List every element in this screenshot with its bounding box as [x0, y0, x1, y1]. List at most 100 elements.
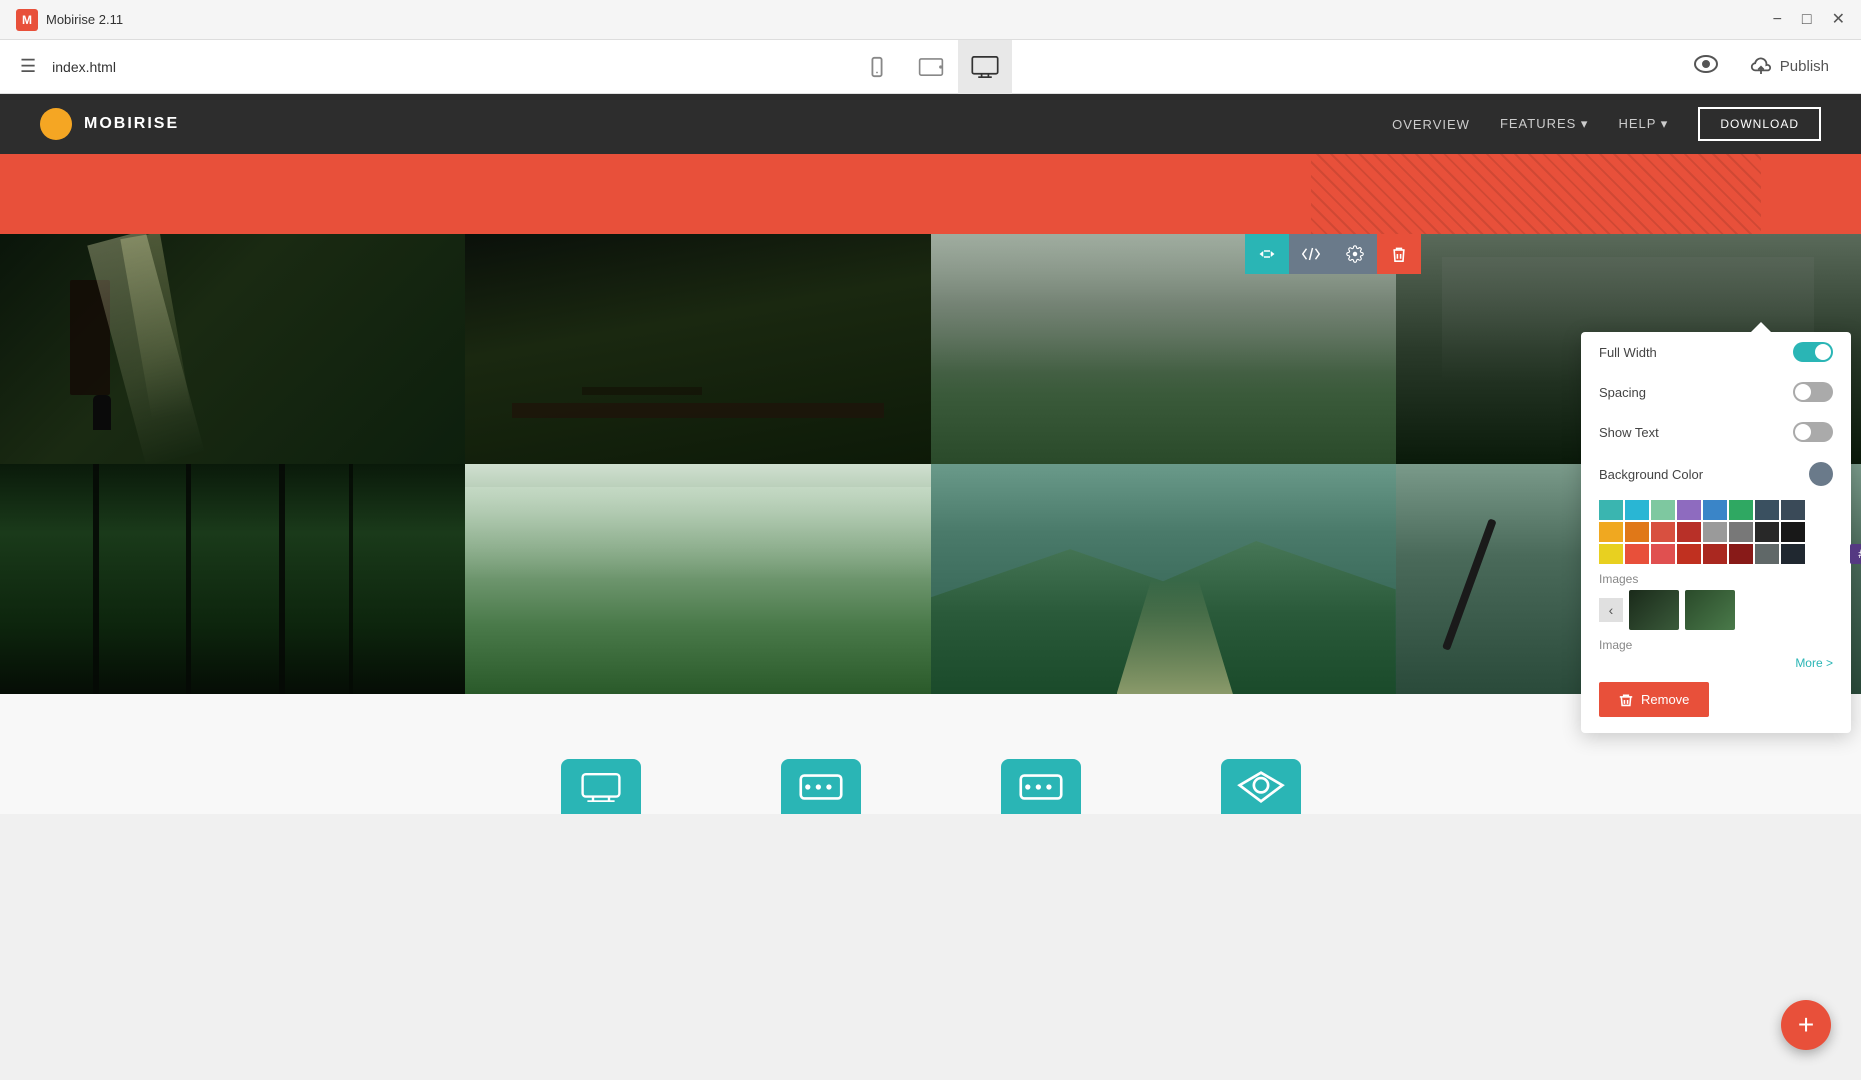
device-switcher	[850, 40, 1012, 94]
page-preview: MOBIRISE OVERVIEW FEATURES ▾ HELP ▾ DOWN…	[0, 94, 1861, 814]
add-block-button[interactable]: +	[1781, 1000, 1831, 1050]
bg-color-label: Background Color	[1599, 467, 1703, 482]
color-row-1	[1599, 500, 1833, 520]
image-thumb-1[interactable]	[1629, 590, 1679, 630]
block-delete-button[interactable]	[1377, 234, 1421, 274]
color-row-3: #553982	[1599, 544, 1833, 564]
color-swatch-maroon[interactable]	[1729, 544, 1753, 564]
spacing-label: Spacing	[1599, 385, 1646, 400]
color-swatch-purple1[interactable]	[1677, 500, 1701, 520]
block-toolbar	[1245, 234, 1421, 274]
close-button[interactable]: ✕	[1832, 12, 1845, 28]
full-width-row: Full Width	[1581, 332, 1851, 372]
nav-link-features[interactable]: FEATURES ▾	[1500, 116, 1589, 132]
nav-sun-icon	[40, 108, 72, 140]
nav-link-help[interactable]: HELP ▾	[1618, 116, 1668, 132]
color-swatch-crimson[interactable]	[1677, 544, 1701, 564]
images-section-label: Images	[1599, 572, 1833, 586]
color-swatch-orange1[interactable]	[1599, 522, 1623, 542]
icon-1	[561, 759, 641, 814]
color-swatch-gray1[interactable]	[1703, 522, 1727, 542]
color-swatch-navy[interactable]	[1781, 544, 1805, 564]
color-row-2	[1599, 522, 1833, 542]
color-swatch-gray2[interactable]	[1729, 522, 1753, 542]
bg-color-row: Background Color	[1581, 452, 1851, 496]
settings-panel: Full Width Spacing Show Text Background …	[1581, 332, 1851, 733]
nav-link-overview[interactable]: OVERVIEW	[1392, 117, 1470, 132]
menu-button[interactable]: ☰	[20, 56, 36, 77]
color-swatch-slate1[interactable]	[1755, 500, 1779, 520]
logo-text: M	[22, 13, 32, 27]
color-swatch-salmon[interactable]	[1651, 544, 1675, 564]
color-swatch-cyan[interactable]	[1625, 500, 1649, 520]
app-logo: M	[16, 9, 38, 31]
nav-links: OVERVIEW FEATURES ▾ HELP ▾ DOWNLOAD	[1392, 107, 1821, 141]
add-icon: +	[1798, 1009, 1814, 1041]
color-swatch-red1[interactable]	[1651, 522, 1675, 542]
window-controls: − □ ✕	[1773, 12, 1845, 28]
color-swatch-dark2[interactable]	[1755, 522, 1779, 542]
block-settings-button[interactable]	[1333, 234, 1377, 274]
color-palette-section: #553982 Images ‹ Image	[1599, 500, 1833, 652]
bg-color-swatch[interactable]	[1809, 462, 1833, 486]
color-swatch-dark1[interactable]	[1781, 500, 1805, 520]
hex-color-display: #553982	[1850, 544, 1861, 564]
more-link[interactable]: More >	[1581, 652, 1851, 674]
settings-arrow	[1751, 322, 1771, 332]
color-swatch-red2[interactable]	[1677, 522, 1701, 542]
titlebar: M Mobirise 2.11 − □ ✕	[0, 0, 1861, 40]
prev-image-button[interactable]: ‹	[1599, 598, 1623, 622]
publish-label: Publish	[1780, 58, 1829, 75]
nav-download-button[interactable]: DOWNLOAD	[1698, 107, 1821, 141]
show-text-row: Show Text	[1581, 412, 1851, 452]
app-title: Mobirise 2.11	[46, 12, 123, 27]
preview-button[interactable]	[1694, 55, 1718, 79]
gallery-image-2[interactable]	[465, 234, 930, 464]
image-thumb-2[interactable]	[1685, 590, 1735, 630]
spacing-toggle[interactable]	[1793, 382, 1833, 402]
icon-3	[1001, 759, 1081, 814]
mobile-view-button[interactable]	[850, 40, 904, 94]
titlebar-left: M Mobirise 2.11	[16, 9, 123, 31]
color-swatch-yellow[interactable]	[1599, 544, 1623, 564]
publish-button[interactable]: Publish	[1738, 48, 1841, 86]
color-swatch-dark-red[interactable]	[1703, 544, 1727, 564]
show-text-toggle[interactable]	[1793, 422, 1833, 442]
color-swatch-blue1[interactable]	[1703, 500, 1727, 520]
remove-button[interactable]: Remove	[1599, 682, 1709, 717]
gallery-image-7[interactable]	[931, 464, 1396, 694]
maximize-button[interactable]: □	[1802, 12, 1812, 28]
tablet-view-button[interactable]	[904, 40, 958, 94]
gallery-image-1[interactable]	[0, 234, 465, 464]
toolbar-left: ☰ index.html	[20, 56, 850, 77]
remove-label: Remove	[1641, 692, 1689, 707]
filename-label: index.html	[52, 59, 116, 75]
publish-cloud-icon	[1750, 56, 1772, 78]
color-swatch-slate2[interactable]	[1755, 544, 1779, 564]
gallery-image-5[interactable]	[0, 464, 465, 694]
minimize-button[interactable]: −	[1773, 12, 1782, 28]
show-text-label: Show Text	[1599, 425, 1659, 440]
color-swatch-mint[interactable]	[1651, 500, 1675, 520]
full-width-toggle[interactable]	[1793, 342, 1833, 362]
nav-logo: MOBIRISE	[40, 108, 179, 140]
color-swatch-green1[interactable]	[1729, 500, 1753, 520]
color-swatch-black[interactable]	[1781, 522, 1805, 542]
block-code-button[interactable]	[1289, 234, 1333, 274]
icon-4	[1221, 759, 1301, 814]
color-swatch-orange2[interactable]	[1625, 522, 1649, 542]
preview-navbar: MOBIRISE OVERVIEW FEATURES ▾ HELP ▾ DOWN…	[0, 94, 1861, 154]
desktop-view-button[interactable]	[958, 40, 1012, 94]
nav-brand: MOBIRISE	[84, 115, 179, 133]
color-swatch-coral[interactable]	[1625, 544, 1649, 564]
toolbar-right: Publish	[1012, 48, 1842, 86]
icon-2	[781, 759, 861, 814]
toolbar: ☰ index.html Publish	[0, 40, 1861, 94]
color-swatch-teal1[interactable]	[1599, 500, 1623, 520]
image-thumbnails-row: ‹	[1599, 590, 1833, 630]
full-width-label: Full Width	[1599, 345, 1657, 360]
block-move-button[interactable]	[1245, 234, 1289, 274]
hero-section	[0, 154, 1861, 234]
gallery-image-6[interactable]	[465, 464, 930, 694]
image-label: Image	[1599, 638, 1833, 652]
